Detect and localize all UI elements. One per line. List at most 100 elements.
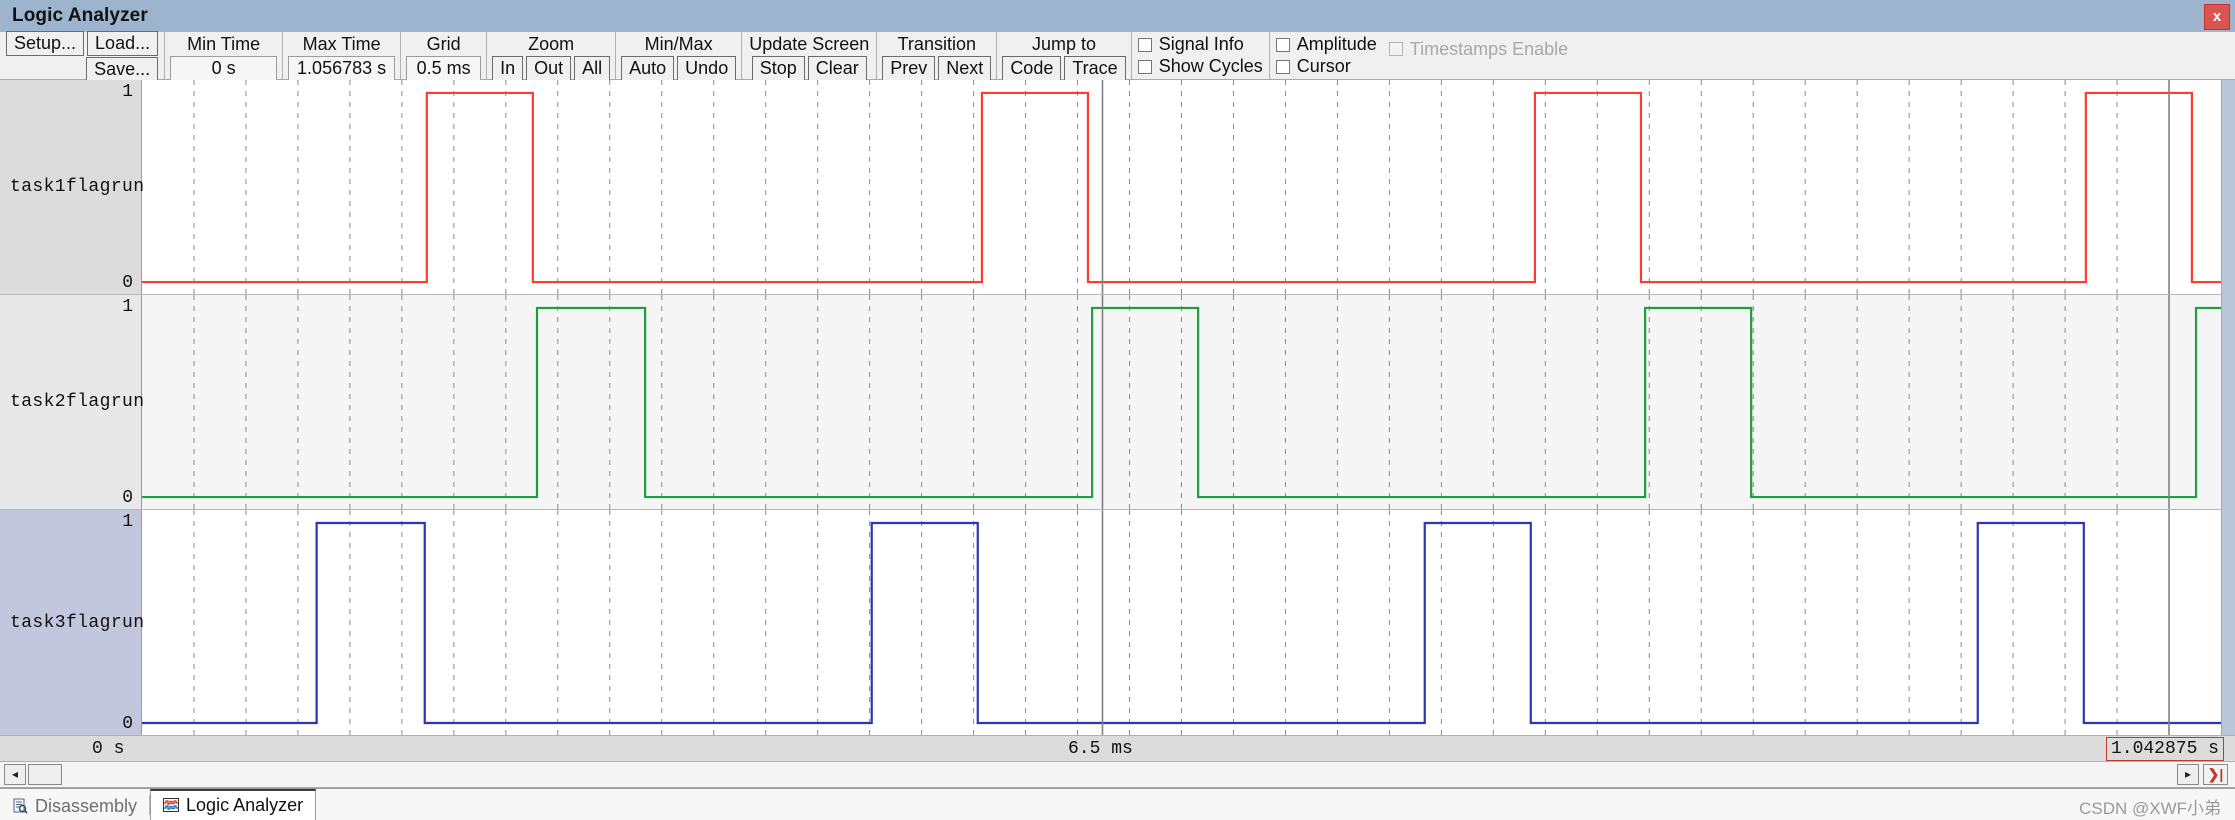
signal-high-value-task1: 1: [122, 82, 133, 102]
grid-group: Grid 0.5 ms: [401, 32, 488, 81]
transition-next-button[interactable]: Next: [938, 56, 992, 81]
cursor-lines-task2: [1102, 295, 2169, 509]
grid-label: Grid: [426, 34, 461, 54]
transition-label: Transition: [897, 34, 976, 54]
logic-analyzer-window: Logic Analyzer x Setup... Load... Save..…: [0, 0, 2235, 820]
signal-info-checkbox[interactable]: [1137, 37, 1152, 52]
window-title-bar: Logic Analyzer x: [0, 0, 2235, 33]
signal-label-cell-task3flagrun: 1 task3flagrun 0: [0, 510, 145, 735]
waveform-area: 1 task1flagrun 0 1 task2flagrun 0 1 task…: [0, 80, 2235, 735]
jump-trace-button[interactable]: Trace: [1064, 56, 1126, 81]
minmax-auto-button[interactable]: Auto: [621, 56, 675, 81]
minmax-undo-button[interactable]: Undo: [677, 56, 737, 81]
max-time-label: Max Time: [302, 34, 381, 54]
zoom-out-button[interactable]: Out: [526, 56, 572, 81]
min-time-group: Min Time 0 s: [165, 32, 284, 81]
signal-track-task1flagrun[interactable]: 1 task1flagrun 0: [0, 80, 2235, 295]
update-clear-button[interactable]: Clear: [807, 56, 867, 81]
jump-code-button[interactable]: Code: [1002, 56, 1062, 81]
file-buttons-group: Setup... Load... Save...: [0, 30, 166, 82]
waveform-svg-task2: [142, 295, 2221, 509]
update-screen-group: Update Screen Stop Clear: [742, 32, 878, 81]
ruler-middle-label: 6.5 ms: [1068, 739, 1133, 759]
signal-track-task2flagrun[interactable]: 1 task2flagrun 0: [0, 295, 2235, 510]
show-cycles-label: Show Cycles: [1158, 56, 1263, 76]
gridlines-task1: [194, 80, 2169, 294]
jump-to-group: Jump to Code Trace: [997, 32, 1132, 81]
checkbox-column-2: Amplitude Cursor: [1270, 32, 1383, 79]
zoom-all-button[interactable]: All: [574, 56, 611, 81]
save-button[interactable]: Save...: [86, 56, 159, 82]
jump-to-label: Jump to: [1031, 34, 1097, 54]
amplitude-checkbox[interactable]: [1275, 37, 1290, 52]
watermark: CSDN @XWF小弟: [2079, 799, 2221, 818]
disassembly-icon: [12, 798, 29, 815]
toolbar: Setup... Load... Save... Min Time 0 s Ma…: [0, 30, 2235, 82]
time-ruler: 0 s 6.5 ms 1.042875 s: [0, 735, 2235, 762]
signal-high-value-task3: 1: [122, 512, 133, 532]
gridlines-task2: [194, 295, 2169, 509]
horizontal-scrollbar[interactable]: ◂ ▸ ❯|: [0, 762, 2235, 788]
logic-analyzer-icon: [163, 797, 180, 814]
signal-name-task3flagrun: task3flagrun: [10, 612, 145, 633]
min-time-value[interactable]: 0 s: [170, 56, 278, 81]
max-time-value[interactable]: 1.056783 s: [288, 56, 396, 81]
grid-value[interactable]: 0.5 ms: [406, 56, 482, 81]
signal-plot-task1flagrun[interactable]: [142, 80, 2221, 294]
signal-label-cell-task1flagrun: 1 task1flagrun 0: [0, 80, 145, 294]
checkbox-column-3: Timestamps Enable: [1383, 32, 1574, 79]
amplitude-label: Amplitude: [1296, 34, 1377, 54]
timestamps-enable-checkbox: [1388, 42, 1403, 56]
waveform-svg-task1: [142, 80, 2221, 294]
signal-plot-task3flagrun[interactable]: [142, 510, 2221, 735]
zoom-group-label: Zoom: [528, 34, 575, 54]
scroll-left-arrow-icon[interactable]: ◂: [4, 764, 26, 785]
vertical-scrollbar[interactable]: [2221, 80, 2235, 735]
signal-name-task1flagrun: task1flagrun: [10, 177, 145, 197]
scroll-jump-end-icon[interactable]: ❯|: [2203, 764, 2228, 785]
checkbox-column-1: Signal Info Show Cycles: [1132, 32, 1270, 79]
ruler-end-label: 1.042875 s: [2105, 737, 2224, 761]
tab-disassembly[interactable]: Disassembly: [0, 792, 149, 820]
gridlines-task3: [194, 510, 2169, 735]
signal-low-value-task3: 0: [122, 714, 133, 734]
signal-label-cell-task2flagrun: 1 task2flagrun 0: [0, 295, 145, 509]
min-time-label: Min Time: [187, 34, 261, 54]
toolbar-filler: [1574, 32, 2235, 79]
window-title: Logic Analyzer: [12, 5, 148, 26]
transition-prev-button[interactable]: Prev: [882, 56, 936, 81]
signal-name-task2flagrun: task2flagrun: [10, 392, 145, 412]
transition-group: Transition Prev Next: [877, 32, 998, 81]
tab-logic-analyzer[interactable]: Logic Analyzer: [150, 789, 317, 820]
scroll-right-arrow-icon[interactable]: ▸: [2177, 764, 2199, 785]
bottom-tab-bar: Disassembly Logic Analyzer: [0, 788, 2235, 820]
setup-button[interactable]: Setup...: [6, 30, 85, 56]
signal-low-value-task2: 0: [122, 488, 133, 508]
cursor-lines-task1: [1102, 80, 2169, 294]
timestamps-enable-label: Timestamps Enable: [1409, 38, 1569, 59]
waveform-svg-task3: [142, 510, 2221, 735]
max-time-group: Max Time 1.056783 s: [283, 32, 402, 81]
signal-plot-task2flagrun[interactable]: [142, 295, 2221, 509]
waveform-line-task1: [142, 93, 2221, 282]
scrollbar-thumb[interactable]: [28, 764, 62, 785]
signal-info-label: Signal Info: [1158, 34, 1244, 54]
load-button[interactable]: Load...: [87, 30, 159, 56]
minmax-group-label: Min/Max: [644, 34, 713, 54]
update-stop-button[interactable]: Stop: [751, 56, 805, 81]
minmax-group: Min/Max Auto Undo: [616, 32, 743, 81]
signal-high-value-task2: 1: [122, 297, 133, 317]
signal-low-value-task1: 0: [122, 273, 133, 293]
tab-logic-analyzer-label: Logic Analyzer: [186, 795, 304, 815]
close-icon[interactable]: x: [2204, 4, 2230, 30]
tab-disassembly-label: Disassembly: [35, 795, 138, 816]
cursor-checkbox[interactable]: [1275, 59, 1290, 74]
update-screen-label: Update Screen: [749, 34, 870, 54]
signal-track-task3flagrun[interactable]: 1 task3flagrun 0: [0, 510, 2235, 735]
show-cycles-checkbox[interactable]: [1137, 59, 1152, 74]
cursor-lines-task3: [1102, 510, 2169, 735]
cursor-label: Cursor: [1296, 56, 1351, 76]
zoom-in-button[interactable]: In: [492, 56, 524, 81]
ruler-start-label: 0 s: [92, 739, 125, 759]
zoom-group: Zoom In Out All: [487, 32, 617, 81]
